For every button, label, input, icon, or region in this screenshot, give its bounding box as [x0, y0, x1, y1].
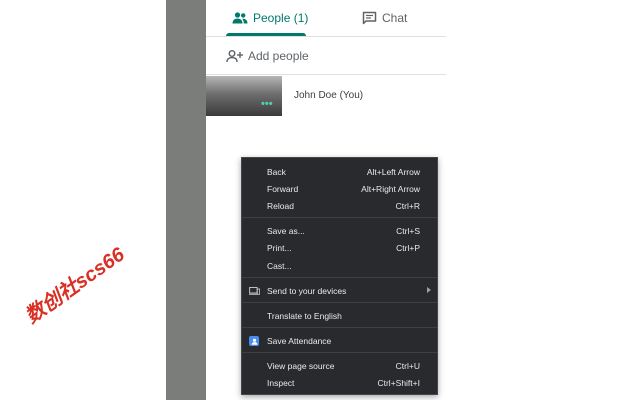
- menu-item-label: Print...: [267, 243, 292, 253]
- menu-item-shortcut: Alt+Left Arrow: [366, 167, 420, 177]
- extension-icon: [249, 336, 260, 346]
- participant-name: John Doe (You): [294, 90, 364, 101]
- menu-item-save-as[interactable]: Save as... Ctrl+S: [242, 223, 437, 239]
- menu-item-label: Cast...: [267, 261, 292, 271]
- menu-separator: [242, 217, 437, 218]
- more-dots-icon[interactable]: •••: [261, 98, 273, 110]
- menu-item-cast[interactable]: Cast...: [242, 258, 437, 274]
- menu-item-label: Reload: [267, 201, 294, 211]
- menu-item-shortcut: Ctrl+P: [396, 243, 420, 253]
- menu-separator: [242, 277, 437, 278]
- add-people-label: Add people: [248, 49, 309, 63]
- menu-item-label: Inspect: [267, 378, 295, 388]
- people-icon: [232, 12, 248, 24]
- participant-row[interactable]: ••• John Doe (You): [206, 76, 446, 116]
- tab-people-label: People (1): [253, 11, 309, 25]
- menu-separator: [242, 327, 437, 328]
- add-person-icon: [226, 49, 244, 63]
- context-menu: Back Alt+Left Arrow Forward Alt+Right Ar…: [241, 157, 438, 395]
- chat-icon: [362, 11, 377, 25]
- add-people-button[interactable]: Add people: [226, 46, 309, 66]
- menu-item-save-attendance[interactable]: Save Attendance: [242, 333, 437, 349]
- menu-separator: [242, 302, 437, 303]
- divider: [206, 74, 446, 75]
- menu-item-print[interactable]: Print... Ctrl+P: [242, 240, 437, 256]
- menu-item-shortcut: Ctrl+U: [395, 361, 420, 371]
- menu-item-label: Save Attendance: [267, 336, 332, 346]
- tab-people[interactable]: People (1): [232, 0, 308, 36]
- participant-video-thumbnail: •••: [206, 76, 282, 116]
- active-tab-indicator: [226, 33, 306, 36]
- menu-item-back[interactable]: Back Alt+Left Arrow: [242, 164, 437, 180]
- left-panel-edge: [166, 0, 206, 400]
- panel-tabs: People (1) Chat: [206, 0, 446, 37]
- menu-item-translate[interactable]: Translate to English: [242, 308, 437, 324]
- menu-item-send-to-devices[interactable]: Send to your devices: [242, 283, 437, 299]
- menu-separator: [242, 352, 437, 353]
- submenu-arrow-icon: [427, 287, 431, 293]
- menu-item-shortcut: Ctrl+Shift+I: [377, 378, 420, 388]
- menu-item-label: Send to your devices: [267, 286, 347, 296]
- device-icon: [249, 286, 261, 296]
- menu-item-label: Translate to English: [267, 311, 342, 321]
- menu-item-label: Save as...: [267, 226, 305, 236]
- tab-chat[interactable]: Chat: [362, 0, 407, 36]
- tab-chat-label: Chat: [382, 11, 408, 25]
- menu-item-inspect[interactable]: Inspect Ctrl+Shift+I: [242, 375, 437, 391]
- menu-item-shortcut: Ctrl+R: [395, 201, 420, 211]
- menu-item-label: View page source: [267, 361, 335, 371]
- menu-item-forward[interactable]: Forward Alt+Right Arrow: [242, 181, 437, 197]
- menu-item-view-source[interactable]: View page source Ctrl+U: [242, 358, 437, 374]
- menu-item-shortcut: Ctrl+S: [396, 226, 420, 236]
- menu-item-label: Forward: [267, 184, 299, 194]
- menu-item-shortcut: Alt+Right Arrow: [361, 184, 420, 194]
- watermark-text: 数创社scs66: [21, 243, 129, 328]
- menu-item-label: Back: [267, 167, 286, 177]
- menu-item-reload[interactable]: Reload Ctrl+R: [242, 198, 437, 214]
